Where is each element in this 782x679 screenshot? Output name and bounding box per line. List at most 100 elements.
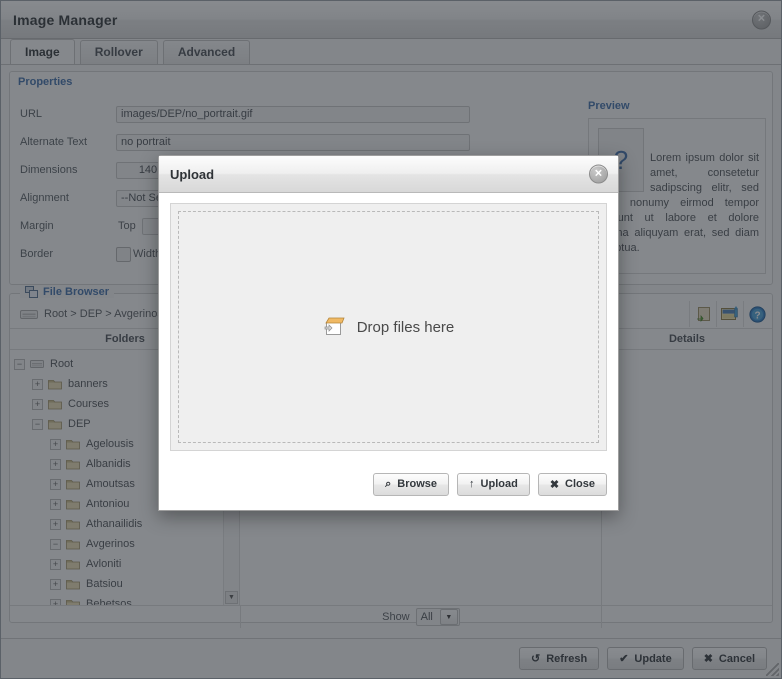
cancel-button-label: Cancel xyxy=(718,652,755,665)
chevron-down-icon[interactable]: ▼ xyxy=(439,609,458,625)
folder-icon xyxy=(48,400,62,410)
tree-node[interactable]: + Avloniti xyxy=(14,554,239,574)
file-browser-legend-label: File Browser xyxy=(43,286,110,298)
close-button-label: Close xyxy=(565,478,595,490)
folder-icon xyxy=(66,580,80,590)
browse-button-label: Browse xyxy=(397,478,438,490)
tab-advanced[interactable]: Advanced xyxy=(162,40,251,64)
folder-icon xyxy=(66,460,80,470)
tree-node-label: Avloniti xyxy=(86,558,122,570)
file-browser-tool-buttons: ? xyxy=(689,301,770,327)
update-button[interactable]: ✔ Update xyxy=(607,647,684,670)
field-row-url: URL xyxy=(20,100,582,128)
border-width-label: Width xyxy=(133,248,162,260)
expand-toggle-icon[interactable]: + xyxy=(50,438,61,450)
refresh-icon: ↺ xyxy=(531,653,541,665)
tree-node[interactable]: + Bebetsos xyxy=(14,594,239,605)
tree-node-label: banners xyxy=(68,378,108,390)
close-cross-icon: ✖ xyxy=(549,478,560,491)
tree-node-label: Albanidis xyxy=(86,458,131,470)
alternate-text-input[interactable] xyxy=(116,133,470,151)
file-details-pane xyxy=(602,350,772,605)
upload-dialog-titlebar: Upload ✕ xyxy=(159,156,618,193)
tab-rollover[interactable]: Rollover xyxy=(79,40,158,64)
show-filter-label: Show xyxy=(382,611,410,623)
footer-right-spacer xyxy=(602,606,772,628)
expand-toggle-icon[interactable]: + xyxy=(50,498,61,510)
expand-toggle-icon[interactable]: + xyxy=(32,398,43,410)
upload-button-label: Upload xyxy=(480,478,518,490)
scroll-down-arrow-icon[interactable]: ▼ xyxy=(225,591,238,604)
tree-node-label: Antoniou xyxy=(86,498,130,510)
border-checkbox[interactable] xyxy=(116,246,131,262)
refresh-button[interactable]: ↺ Refresh xyxy=(519,647,600,670)
margin-label: Margin xyxy=(20,220,54,232)
drop-files-icon xyxy=(324,317,345,335)
folder-icon xyxy=(48,420,62,430)
upload-image-icon[interactable] xyxy=(716,301,743,327)
new-folder-icon[interactable] xyxy=(689,301,716,327)
tree-node[interactable]: + Batsiou xyxy=(14,574,239,594)
close-button[interactable]: ✖ Close xyxy=(537,472,607,496)
tab-bar: Image Rollover Advanced xyxy=(1,39,781,65)
upload-dialog-close-icon[interactable]: ✕ xyxy=(589,164,608,184)
upload-dialog-title: Upload xyxy=(170,166,215,182)
expand-toggle-icon[interactable]: + xyxy=(50,518,61,530)
close-icon[interactable]: ✕ xyxy=(752,10,771,29)
url-input[interactable] xyxy=(116,105,470,123)
collapse-toggle-icon[interactable]: − xyxy=(14,358,25,370)
window-action-bar: ↺ Refresh ✔ Update ✖ Cancel xyxy=(1,638,781,678)
arrow-up-icon: ↑ xyxy=(469,478,475,490)
expand-toggle-icon[interactable]: + xyxy=(50,558,61,570)
drive-icon xyxy=(20,309,38,319)
collapse-toggle-icon[interactable]: − xyxy=(32,418,43,430)
dimensions-label: Dimensions xyxy=(20,164,78,176)
folder-icon xyxy=(66,500,80,510)
properties-legend: Properties xyxy=(18,76,73,88)
cross-icon: ✖ xyxy=(703,653,713,665)
folder-icon xyxy=(66,520,80,530)
upload-dialog-footer: ⌕ Browse ↑ Upload ✖ Close xyxy=(159,461,618,507)
magnifier-icon: ⌕ xyxy=(385,477,392,490)
folder-icon xyxy=(66,480,80,490)
alignment-label: Alignment xyxy=(20,192,69,204)
browse-button[interactable]: ⌕ Browse xyxy=(373,472,450,496)
update-button-label: Update xyxy=(634,652,672,665)
folder-icon xyxy=(48,380,62,390)
folder-icon xyxy=(66,540,80,550)
tree-node-label: Agelousis xyxy=(86,438,134,450)
tree-node-label: Courses xyxy=(68,398,109,410)
dropzone-label: Drop files here xyxy=(356,318,455,336)
tree-node-label: Root xyxy=(50,358,74,370)
resize-grip-icon[interactable] xyxy=(766,663,779,676)
image-manager-app: Image Manager ✕ Image Rollover Advanced … xyxy=(0,0,782,679)
folder-icon xyxy=(66,560,80,570)
border-label: Border xyxy=(20,248,54,260)
url-label: URL xyxy=(20,108,43,120)
expand-toggle-icon[interactable]: + xyxy=(50,458,61,470)
footer-left-spacer xyxy=(10,606,241,628)
expand-toggle-icon[interactable]: + xyxy=(50,598,61,605)
drive-icon xyxy=(30,360,44,368)
upload-button[interactable]: ↑ Upload xyxy=(457,472,530,496)
refresh-button-label: Refresh xyxy=(546,652,588,665)
alternate-text-label: Alternate Text xyxy=(20,136,88,148)
check-icon: ✔ xyxy=(619,653,629,665)
folder-icon xyxy=(66,440,80,450)
tree-node[interactable]: + Athanailidis xyxy=(14,514,239,534)
collapse-toggle-icon[interactable]: − xyxy=(50,538,61,550)
margin-side-label: Top xyxy=(118,220,136,232)
expand-toggle-icon[interactable]: + xyxy=(50,478,61,490)
show-filter-select[interactable]: All ▼ xyxy=(415,608,460,626)
tree-node-label: Athanailidis xyxy=(86,518,143,530)
tree-node[interactable]: − Avgerinos xyxy=(14,534,239,554)
expand-toggle-icon[interactable]: + xyxy=(50,578,61,590)
tree-node-label: Batsiou xyxy=(86,578,123,590)
expand-toggle-icon[interactable]: + xyxy=(32,378,43,390)
svg-text:?: ? xyxy=(754,310,760,321)
tab-image[interactable]: Image xyxy=(10,39,75,64)
file-browser-footer: Show All ▼ xyxy=(10,605,772,628)
help-icon[interactable]: ? xyxy=(743,301,770,327)
file-dropzone[interactable]: Drop files here xyxy=(178,211,599,443)
cancel-button[interactable]: ✖ Cancel xyxy=(691,647,767,670)
